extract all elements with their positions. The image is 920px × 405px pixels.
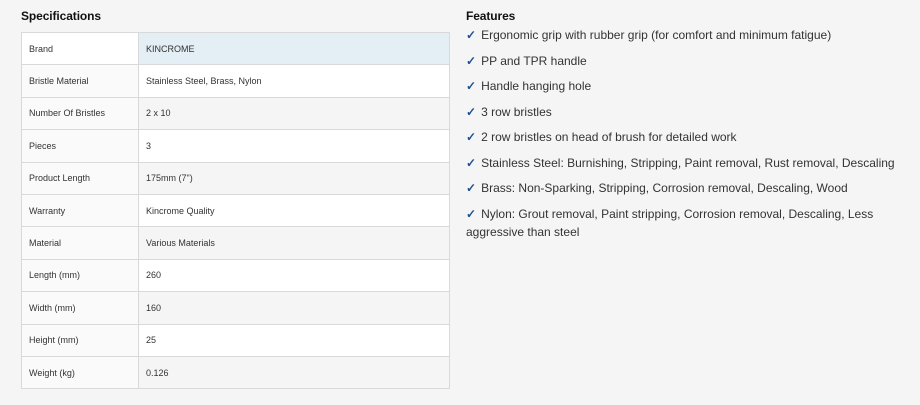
spec-label: Warranty: [21, 193, 139, 228]
features-title: Features: [466, 9, 516, 23]
spec-value: 160: [138, 291, 450, 325]
spec-value: 25: [138, 323, 450, 357]
spec-label: Weight (kg): [21, 355, 139, 390]
specifications-table: Brand KINCROME Bristle Material Stainles…: [21, 31, 450, 390]
check-icon: ✓: [466, 130, 477, 144]
spec-label: Pieces: [21, 129, 139, 163]
spec-value: 175mm (7"): [138, 161, 450, 195]
features-list: ✓ Ergonomic grip with rubber grip (for co…: [466, 26, 896, 248]
feature-text: 2 row bristles on head of brush for deta…: [481, 130, 737, 144]
spec-label: Length (mm): [21, 258, 139, 293]
spec-row-weight: Weight (kg) 0.126: [21, 355, 450, 390]
features-section: Features ✓ Ergonomic grip with rubber gri…: [466, 8, 906, 239]
feature-text: Handle hanging hole: [481, 79, 592, 93]
check-icon: ✓: [466, 28, 477, 42]
spec-row-warranty: Warranty Kincrome Quality: [21, 193, 450, 228]
spec-row-height: Height (mm) 25: [21, 323, 450, 357]
spec-label: Height (mm): [21, 323, 139, 357]
spec-row-width: Width (mm) 160: [21, 291, 450, 325]
list-item: ✓ PP and TPR handle: [466, 52, 896, 70]
spec-row-brand: Brand KINCROME: [21, 31, 450, 66]
spec-label: Product Length: [21, 161, 139, 195]
spec-row-pieces: Pieces 3: [21, 129, 450, 163]
spec-value: 0.126: [138, 355, 450, 390]
spec-value: 3: [138, 129, 450, 163]
spec-row-bristle-material: Bristle Material Stainless Steel, Brass,…: [21, 64, 450, 98]
spec-label: Bristle Material: [21, 64, 139, 98]
spec-row-length: Length (mm) 260: [21, 258, 450, 293]
spec-row-material: Material Various Materials: [21, 226, 450, 260]
check-icon: ✓: [466, 104, 477, 119]
spec-value: KINCROME: [138, 31, 450, 66]
spec-value: Various Materials: [138, 226, 450, 260]
spec-value: 260: [138, 258, 450, 293]
spec-value: Stainless Steel, Brass, Nylon: [138, 64, 450, 98]
list-item: ✓ Ergonomic grip with rubber grip (for co…: [466, 26, 896, 44]
list-item: ✓ Brass: Non-Sparking, Stripping, Corrosi…: [466, 179, 896, 197]
feature-text: Nylon: Grout removal, Paint stripping, C…: [466, 206, 874, 239]
spec-value: 2 x 10: [138, 96, 450, 131]
list-item: ✓ Handle hanging hole: [466, 77, 896, 95]
check-icon: ✓: [466, 79, 477, 93]
check-icon: ✓: [466, 206, 477, 221]
spec-label: Width (mm): [21, 291, 139, 325]
check-icon: ✓: [466, 181, 477, 195]
spec-value: Kincrome Quality: [138, 193, 450, 228]
spec-row-product-length: Product Length 175mm (7"): [21, 161, 450, 195]
list-item: ✓ Nylon: Grout removal, Paint stripping, …: [466, 205, 896, 241]
feature-text: Ergonomic grip with rubber grip (for com…: [481, 28, 832, 42]
spec-label: Brand: [21, 31, 139, 66]
feature-text: PP and TPR handle: [481, 53, 587, 68]
feature-text: Stainless Steel: Burnishing, Stripping, …: [481, 155, 895, 170]
list-item: ✓ 2 row bristles on head of brush for det…: [466, 128, 896, 146]
list-item: ✓ 3 row bristles: [466, 103, 896, 121]
spec-label: Material: [21, 226, 139, 260]
specifications-title: Specifications: [21, 9, 101, 23]
specifications-section: Specifications Brand KINCROME Bristle Ma…: [21, 8, 451, 390]
feature-text: Brass: Non-Sparking, Stripping, Corrosio…: [481, 181, 848, 195]
feature-text: 3 row bristles: [481, 104, 552, 119]
spec-label: Number Of Bristles: [21, 96, 139, 131]
check-icon: ✓: [466, 155, 477, 170]
product-details-panel: Specifications Brand KINCROME Bristle Ma…: [0, 0, 920, 405]
check-icon: ✓: [466, 53, 477, 68]
list-item: ✓ Stainless Steel: Burnishing, Stripping,…: [466, 154, 896, 172]
spec-row-number-of-bristles: Number Of Bristles 2 x 10: [21, 96, 450, 131]
